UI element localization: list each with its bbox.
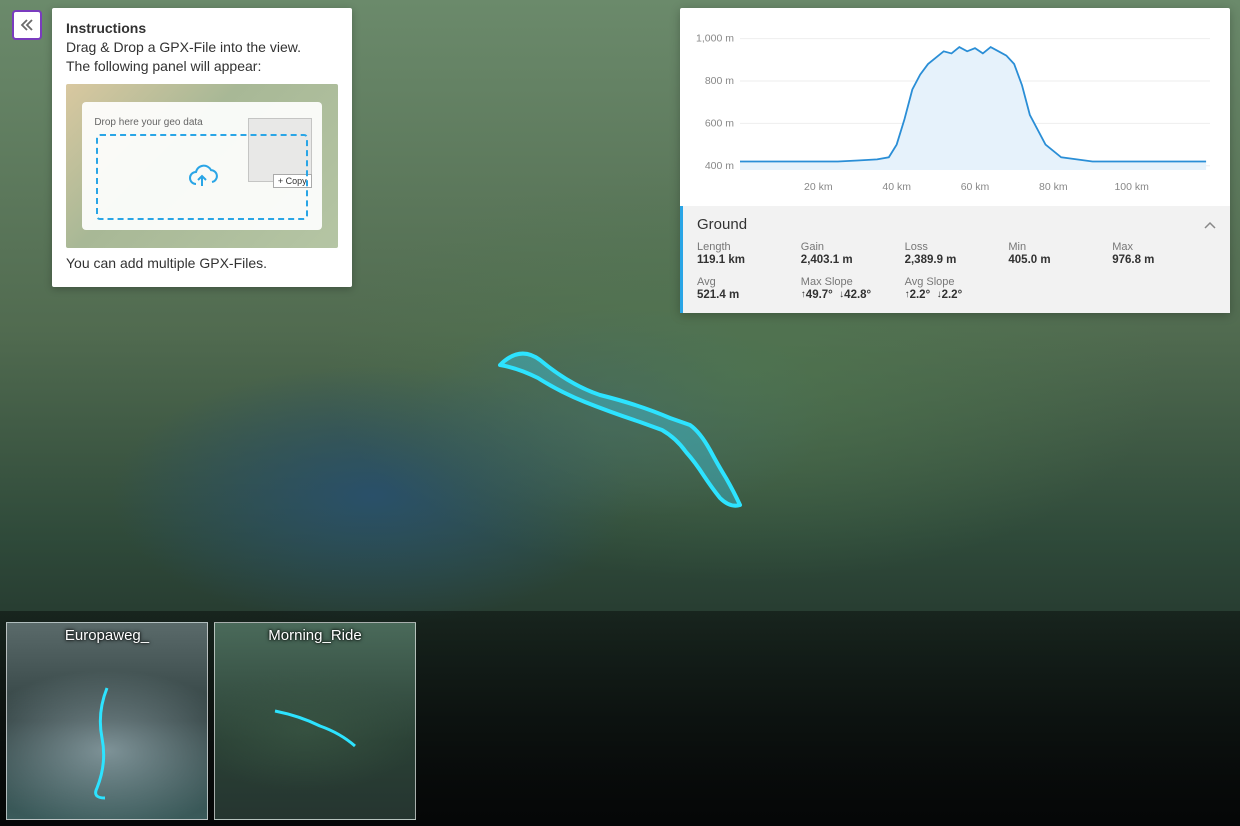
svg-text:80 km: 80 km [1039,181,1068,193]
instructions-text: Drag & Drop a GPX-File into the view. Th… [66,38,338,76]
cloud-upload-icon [184,162,220,192]
stat-length: Length 119.1 km [697,241,801,266]
thumbnail-morning-ride[interactable]: Morning_Ride [214,622,416,820]
svg-text:600 m: 600 m [705,117,734,129]
stat-max: Max 976.8 m [1112,241,1216,266]
svg-text:100 km: 100 km [1114,181,1149,193]
track-thumbnails: Europaweg_ Morning_Ride [6,622,416,820]
ground-title: Ground [697,216,747,233]
elevation-chart[interactable]: 400 m 600 m 800 m 1,000 m 20 km 40 km 60 km 80 … [690,18,1220,198]
svg-text:800 m: 800 m [705,75,734,87]
svg-text:400 m: 400 m [705,160,734,172]
drop-hint-text: Drop here your geo data [94,117,202,128]
thumbnail-title: Europaweg_ [7,627,207,644]
ground-stats-section: Ground Length 119.1 km Gain 2,403.1 m Lo… [680,206,1230,313]
thumbnail-track-icon [270,701,370,761]
svg-text:1,000 m: 1,000 m [696,33,734,45]
svg-text:40 km: 40 km [882,181,911,193]
chevron-double-left-icon [20,18,34,32]
stat-min: Min 405.0 m [1008,241,1112,266]
thumbnail-track-icon [57,683,157,803]
svg-text:20 km: 20 km [804,181,833,193]
stat-avg: Avg 521.4 m [697,276,801,301]
stat-loss: Loss 2,389.9 m [905,241,1009,266]
instructions-title: Instructions [66,20,338,36]
collapse-panel-button[interactable] [12,10,42,40]
instructions-footer: You can add multiple GPX-Files. [66,254,338,273]
stat-max-slope: Max Slope ↑49.7° ↓42.8° [801,276,905,301]
svg-text:60 km: 60 km [961,181,990,193]
instructions-panel: Instructions Drag & Drop a GPX-File into… [52,8,352,287]
chevron-up-icon[interactable] [1204,218,1216,232]
drop-preview-image: Drop here your geo data + Copy [66,84,338,248]
elevation-profile-panel: 400 m 600 m 800 m 1,000 m 20 km 40 km 60 km 80 … [680,8,1230,313]
stat-avg-slope: Avg Slope ↑2.2° ↓2.2° [905,276,1009,301]
stat-gain: Gain 2,403.1 m [801,241,905,266]
thumbnail-title: Morning_Ride [215,627,415,644]
thumbnail-europaweg[interactable]: Europaweg_ [6,622,208,820]
